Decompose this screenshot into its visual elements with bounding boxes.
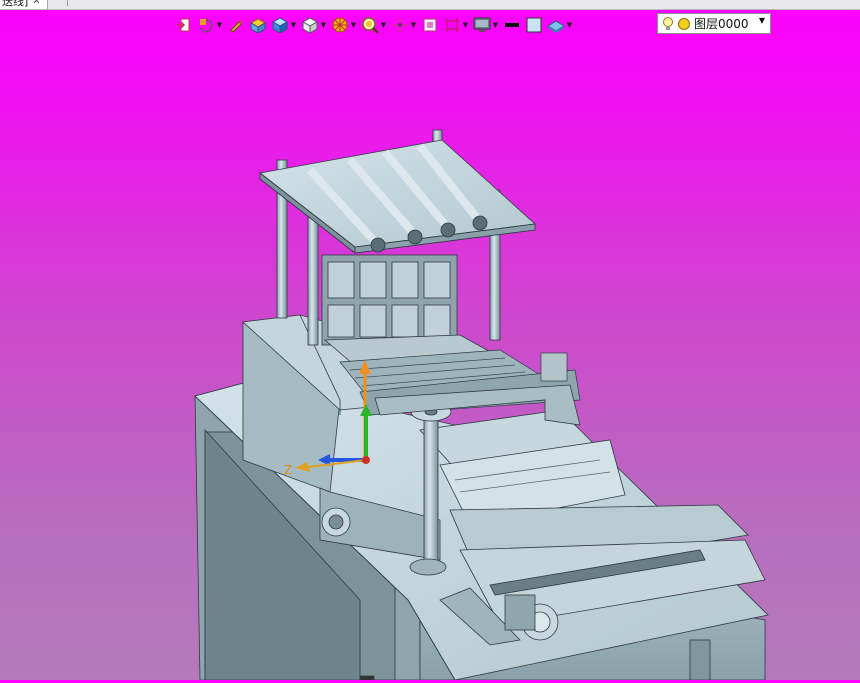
axis-label: Z bbox=[284, 463, 292, 477]
tab-divider bbox=[67, 0, 68, 6]
move-dropdown-icon[interactable]: ▼ bbox=[410, 21, 417, 29]
monitor-button[interactable]: ▼ bbox=[473, 14, 499, 36]
color-swatch-button[interactable] bbox=[525, 14, 543, 36]
exit-icon bbox=[175, 16, 193, 34]
magnifier-icon bbox=[361, 16, 379, 34]
section-wheel-icon bbox=[331, 16, 349, 34]
normal-view-button[interactable] bbox=[249, 14, 267, 36]
fit-view-button[interactable] bbox=[421, 14, 439, 36]
standard-views-dropdown-icon[interactable]: ▼ bbox=[290, 21, 297, 29]
pencil-icon bbox=[227, 16, 245, 34]
exit-sketch-button[interactable] bbox=[175, 14, 193, 36]
standard-views-button[interactable]: ▼ bbox=[271, 14, 297, 36]
cad-viewport[interactable]: Z bbox=[0, 40, 860, 681]
view-toolbar: ▼ ▼ ▼ ▼ ▼ ▼ ▼ ▼ ▼ bbox=[175, 13, 577, 37]
document-tab[interactable]: 送线] ✕ bbox=[0, 0, 48, 9]
layer-selector-value: 图层0000 bbox=[694, 17, 749, 31]
display-style-dropdown-icon[interactable]: ▼ bbox=[320, 21, 327, 29]
move-button[interactable]: ▼ bbox=[391, 14, 417, 36]
rotate-view-button[interactable]: ▼ bbox=[197, 14, 223, 36]
zoom-button[interactable]: ▼ bbox=[361, 14, 387, 36]
line-style-icon bbox=[503, 16, 521, 34]
rotate-icon bbox=[197, 16, 215, 34]
display-style-button[interactable]: ▼ bbox=[301, 14, 327, 36]
frame-button[interactable]: ▼ bbox=[443, 14, 469, 36]
line-style-button[interactable] bbox=[503, 14, 521, 36]
cube-blue-icon bbox=[271, 16, 289, 34]
frame-icon bbox=[443, 16, 461, 34]
sun-icon bbox=[678, 17, 690, 30]
fit-frame-icon bbox=[421, 16, 439, 34]
section-view-button[interactable]: ▼ bbox=[331, 14, 357, 36]
section-dropdown-icon[interactable]: ▼ bbox=[350, 21, 357, 29]
document-tabstrip: 送线] ✕ bbox=[0, 0, 860, 10]
zoom-dropdown-icon[interactable]: ▼ bbox=[380, 21, 387, 29]
cube-white-icon bbox=[301, 16, 319, 34]
frame-dropdown-icon[interactable]: ▼ bbox=[462, 21, 469, 29]
lightbulb-icon bbox=[663, 16, 673, 30]
machine-model: Z bbox=[194, 129, 769, 681]
rotate-dropdown-icon[interactable]: ▼ bbox=[216, 21, 223, 29]
box-normal-icon bbox=[249, 16, 267, 34]
layer-style-button[interactable]: ▼ bbox=[547, 14, 573, 36]
color-swatch-icon bbox=[525, 16, 543, 34]
chevron-down-icon[interactable]: ▼ bbox=[759, 16, 765, 25]
document-tab-title: 送线] bbox=[2, 0, 29, 8]
close-tab-icon[interactable]: ✕ bbox=[32, 0, 40, 8]
monitor-icon bbox=[473, 16, 491, 34]
pan-button[interactable] bbox=[227, 14, 245, 36]
layer-plane-icon bbox=[547, 16, 565, 34]
layer-style-dropdown-icon[interactable]: ▼ bbox=[566, 21, 573, 29]
crosshair-move-icon bbox=[391, 16, 409, 34]
monitor-dropdown-icon[interactable]: ▼ bbox=[492, 21, 499, 29]
layer-selector[interactable]: 图层0000 ▼ bbox=[657, 13, 771, 34]
